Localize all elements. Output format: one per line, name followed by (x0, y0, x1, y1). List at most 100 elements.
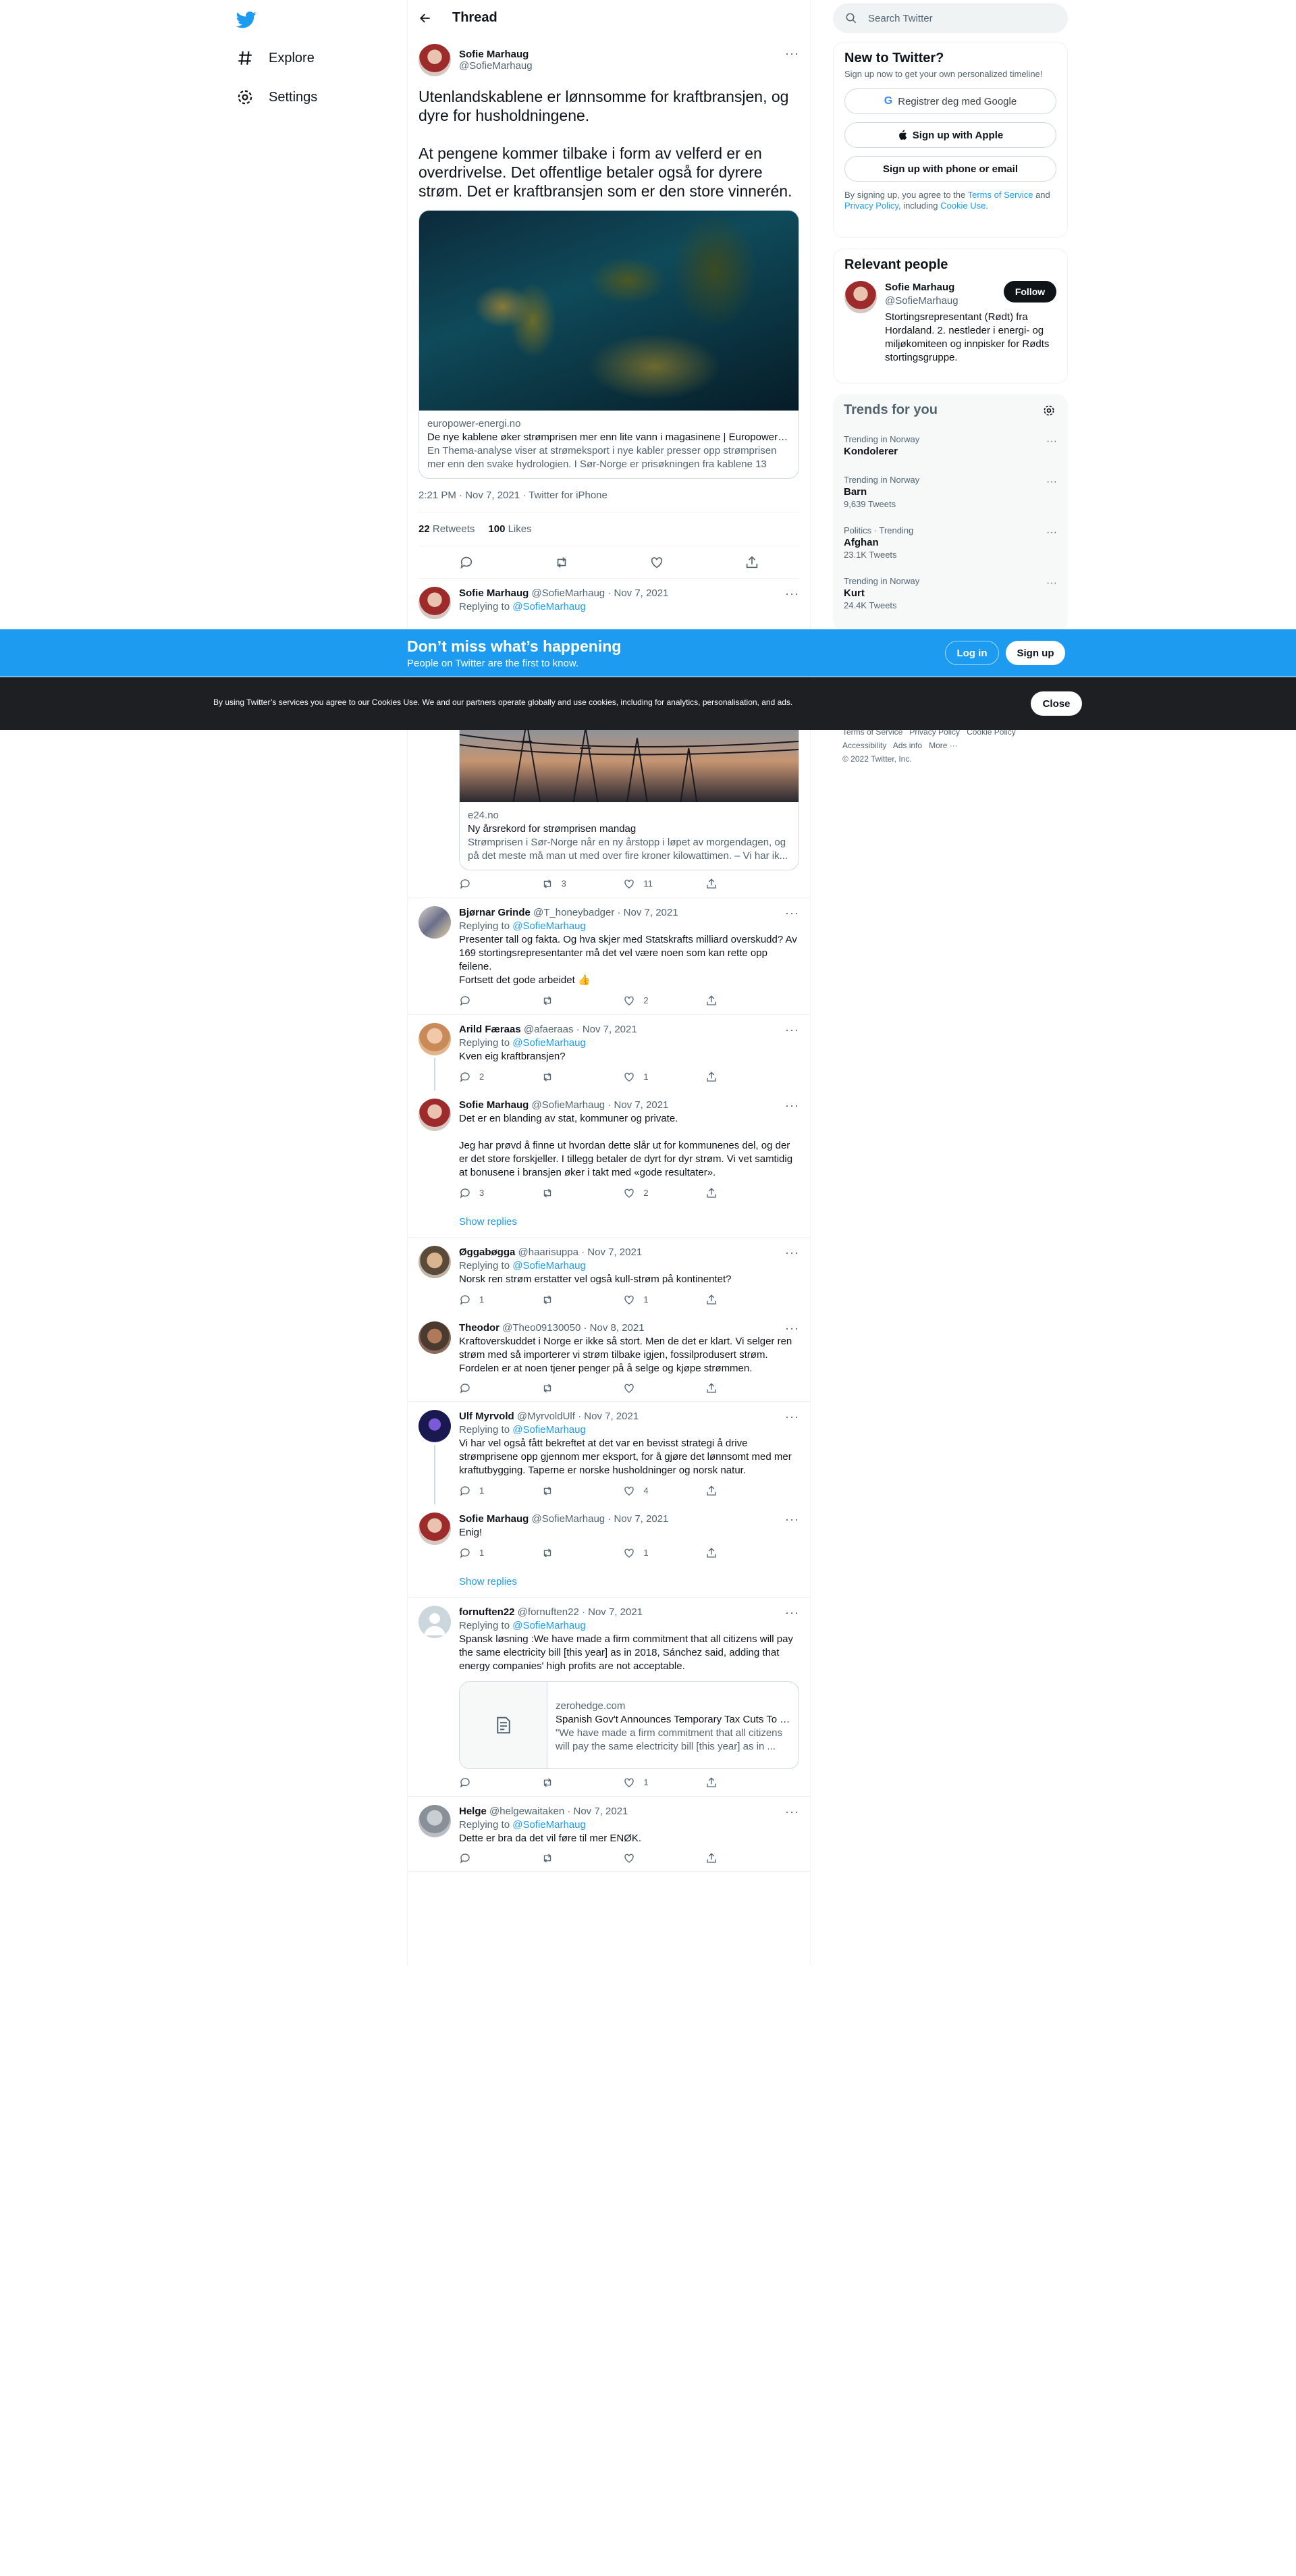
reply-author-handle[interactable]: @MyrvoldUlf (517, 1411, 575, 1422)
show-replies-link[interactable]: Show replies (408, 1567, 810, 1598)
reply-author-handle[interactable]: @haarisuppa (518, 1246, 578, 1258)
reply-tweet[interactable]: Helge @helgewaitaken · Nov 7, 2021 ··· R… (408, 1797, 810, 1872)
reply-icon[interactable] (459, 555, 474, 570)
reply-author-name[interactable]: Helge (459, 1806, 487, 1817)
reply-author-name[interactable]: Bjørnar Grinde (459, 907, 531, 918)
share-icon[interactable] (705, 1070, 746, 1084)
avatar[interactable] (418, 1805, 451, 1837)
reply-author-name[interactable]: Theodor (459, 1322, 500, 1334)
share-icon[interactable] (705, 1186, 746, 1200)
reply-icon[interactable] (459, 994, 500, 1007)
reply-tweet[interactable]: Sofie Marhaug @SofieMarhaug · Nov 7, 202… (408, 1090, 810, 1207)
replying-to-handle[interactable]: @SofieMarhaug (512, 920, 586, 932)
reply-tweet[interactable]: Arild Færaas @afaeraas · Nov 7, 2021 ···… (408, 1015, 810, 1090)
more-options-icon[interactable]: ··· (785, 1099, 799, 1112)
replying-to-handle[interactable]: @SofieMarhaug (512, 1037, 586, 1049)
more-options-icon[interactable]: ··· (785, 1410, 799, 1423)
reply-button[interactable]: 1 (459, 1546, 500, 1560)
avatar[interactable] (418, 587, 451, 619)
like-icon[interactable] (649, 555, 664, 570)
more-options-icon[interactable]: ··· (1046, 436, 1057, 448)
avatar[interactable] (418, 906, 451, 939)
avatar[interactable] (418, 44, 451, 76)
google-signup-button[interactable]: G Registrer deg med Google (844, 88, 1056, 114)
reply-date[interactable]: · Nov 7, 2021 (567, 1806, 628, 1817)
retweet-icon[interactable] (541, 994, 582, 1007)
share-icon[interactable] (705, 1776, 746, 1789)
reply-tweet[interactable]: Sofie Marhaug @SofieMarhaug · Nov 7, 202… (408, 579, 810, 898)
terms-link[interactable]: Terms of Service (968, 190, 1033, 200)
like-button[interactable]: 1 (623, 1293, 664, 1307)
reply-icon[interactable] (459, 1382, 500, 1394)
replying-to-handle[interactable]: @SofieMarhaug (512, 1620, 586, 1631)
likes-count[interactable]: 100 Likes (488, 523, 531, 535)
reply-tweet[interactable]: fornuften22 @fornuften22 · Nov 7, 2021 ·… (408, 1598, 810, 1797)
more-options-icon[interactable]: ··· (1046, 577, 1057, 589)
like-button[interactable]: 11 (623, 877, 664, 891)
more-options-icon[interactable]: ··· (1046, 527, 1057, 539)
reply-author-handle[interactable]: @SofieMarhaug (532, 587, 605, 599)
reply-author-handle[interactable]: @T_honeybadger (533, 907, 614, 918)
nav-explore[interactable]: Explore (236, 45, 315, 72)
reply-date[interactable]: · Nov 7, 2021 (578, 1411, 639, 1422)
share-icon[interactable] (705, 1293, 746, 1307)
share-icon[interactable] (705, 877, 746, 891)
retweet-icon[interactable] (541, 1546, 582, 1560)
reply-tweet[interactable]: Øggabøgga @haarisuppa · Nov 7, 2021 ··· … (408, 1238, 810, 1313)
reply-author-handle[interactable]: @fornuften22 (518, 1606, 579, 1618)
reply-tweet[interactable]: Theodor @Theo09130050 · Nov 8, 2021 ··· … (408, 1313, 810, 1402)
share-icon[interactable] (705, 1852, 746, 1864)
avatar[interactable] (418, 1410, 451, 1442)
share-icon[interactable] (705, 1484, 746, 1498)
reply-date[interactable]: · Nov 7, 2021 (582, 1606, 643, 1618)
reply-button[interactable]: 2 (459, 1070, 500, 1084)
like-button[interactable]: 4 (623, 1484, 664, 1498)
relevant-user[interactable]: Sofie Marhaug @SofieMarhaug Stortingsrep… (834, 281, 1067, 365)
retweet-icon[interactable] (541, 1070, 582, 1084)
replying-to-handle[interactable]: @SofieMarhaug (512, 1819, 586, 1831)
back-arrow-icon[interactable] (418, 11, 432, 25)
like-button[interactable]: 2 (623, 1186, 664, 1200)
more-options-icon[interactable]: ··· (785, 1513, 799, 1526)
signup-button[interactable]: Sign up (1006, 641, 1065, 665)
reply-date[interactable]: · Nov 7, 2021 (576, 1024, 637, 1035)
cookie-use-link[interactable]: Cookie Use. (940, 201, 988, 211)
trend-item[interactable]: Trending in Norway Kurt 24.4K Tweets ··· (833, 568, 1068, 619)
link-card[interactable]: europower-energi.no De nye kablene øker … (418, 210, 799, 479)
like-icon[interactable] (623, 1852, 664, 1864)
reply-icon[interactable] (459, 877, 500, 891)
login-button[interactable]: Log in (945, 641, 999, 665)
default-avatar-icon[interactable] (418, 1606, 451, 1638)
retweets-count[interactable]: 22 Retweets (418, 523, 475, 535)
replying-to-handle[interactable]: @SofieMarhaug (512, 1260, 586, 1271)
retweet-icon[interactable] (541, 1186, 582, 1200)
more-options-icon[interactable]: ··· (785, 1805, 799, 1818)
retweet-icon[interactable] (541, 1776, 582, 1789)
reply-author-name[interactable]: fornuften22 (459, 1606, 515, 1618)
reply-tweet[interactable]: Bjørnar Grinde @T_honeybadger · Nov 7, 2… (408, 898, 810, 1015)
tweet-timestamp[interactable]: 2:21 PM · Nov 7, 2021 · Twitter for iPho… (418, 479, 799, 512)
more-options-icon[interactable]: ··· (785, 1023, 799, 1036)
more-options-icon[interactable]: ··· (785, 1246, 799, 1259)
more-options-icon[interactable]: ··· (785, 47, 799, 61)
trend-item[interactable]: Politics · Trending Afghan 23.1K Tweets ··· (833, 517, 1068, 568)
more-options-icon[interactable]: ··· (785, 587, 799, 600)
more-options-icon[interactable]: ··· (785, 906, 799, 920)
reply-author-name[interactable]: Sofie Marhaug (459, 1513, 529, 1525)
avatar[interactable] (418, 1099, 451, 1131)
reply-author-handle[interactable]: @SofieMarhaug (532, 1099, 605, 1111)
reply-icon[interactable] (459, 1852, 500, 1864)
link-card[interactable]: zerohedge.com Spanish Gov't Announces Te… (459, 1681, 799, 1769)
share-icon[interactable] (705, 1382, 746, 1394)
apple-signup-button[interactable]: Sign up with Apple (844, 122, 1056, 148)
reply-icon[interactable] (459, 1776, 500, 1789)
reply-date[interactable]: · Nov 7, 2021 (618, 907, 678, 918)
retweet-icon[interactable] (541, 1852, 582, 1864)
reply-date[interactable]: · Nov 7, 2021 (608, 587, 668, 599)
avatar[interactable] (844, 281, 877, 313)
trend-item[interactable]: Trending in Norway Barn 9,639 Tweets ··· (833, 467, 1068, 517)
reply-tweet[interactable]: Ulf Myrvold @MyrvoldUlf · Nov 7, 2021 ··… (408, 1402, 810, 1504)
trend-item[interactable]: Trending in Norway Kondolerer ··· (833, 426, 1068, 467)
avatar[interactable] (418, 1513, 451, 1545)
reply-author-handle[interactable]: @Theo09130050 (502, 1322, 580, 1334)
